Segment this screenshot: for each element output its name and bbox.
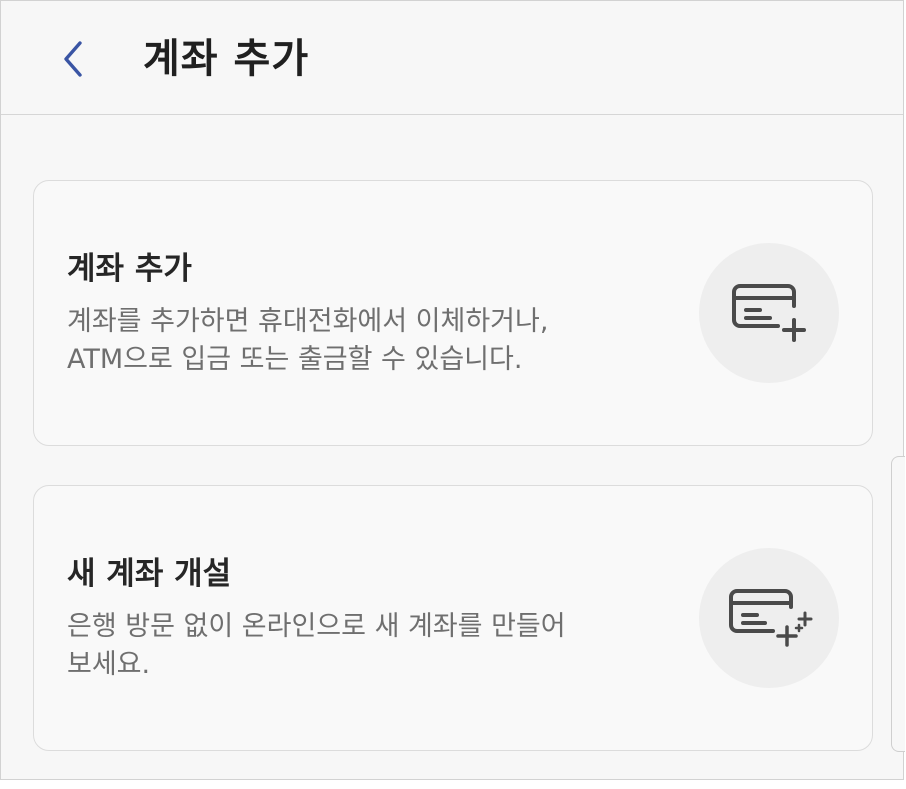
card-description-line: 계좌를 추가하면 휴대전화에서 이체하거나, (67, 306, 549, 337)
card-description-line: 보세요. (67, 649, 151, 680)
app-bar: 계좌 추가 (1, 1, 903, 115)
back-button[interactable] (53, 31, 93, 87)
open-new-account-card[interactable]: 새 계좌 개설 은행 방문 없이 온라인으로 새 계좌를 만들어 보세요. (33, 485, 873, 751)
page-title: 계좌 추가 (143, 36, 310, 82)
card-title: 새 계좌 개설 (67, 556, 232, 592)
chevron-left-icon (64, 41, 82, 77)
card-description: 은행 방문 없이 온라인으로 새 계좌를 만들어 보세요. (67, 608, 667, 684)
app-window: 계좌 추가 계좌 추가 계좌를 추가하면 휴대전화에서 이체하거나, ATM으로… (0, 0, 905, 780)
card-new-icon-container (699, 548, 839, 688)
edge-panel-handle[interactable] (891, 456, 905, 752)
card-add-icon-container (699, 243, 839, 383)
add-account-card[interactable]: 계좌 추가 계좌를 추가하면 휴대전화에서 이체하거나, ATM으로 입금 또는… (33, 180, 873, 446)
card-new-sparkle-icon (729, 589, 813, 647)
card-description: 계좌를 추가하면 휴대전화에서 이체하거나, ATM으로 입금 또는 출금할 수… (67, 303, 667, 379)
card-add-icon (732, 284, 806, 342)
card-description-line: ATM으로 입금 또는 출금할 수 있습니다. (67, 344, 523, 375)
card-description-line: 은행 방문 없이 온라인으로 새 계좌를 만들어 (67, 611, 566, 642)
card-title: 계좌 추가 (67, 251, 192, 287)
